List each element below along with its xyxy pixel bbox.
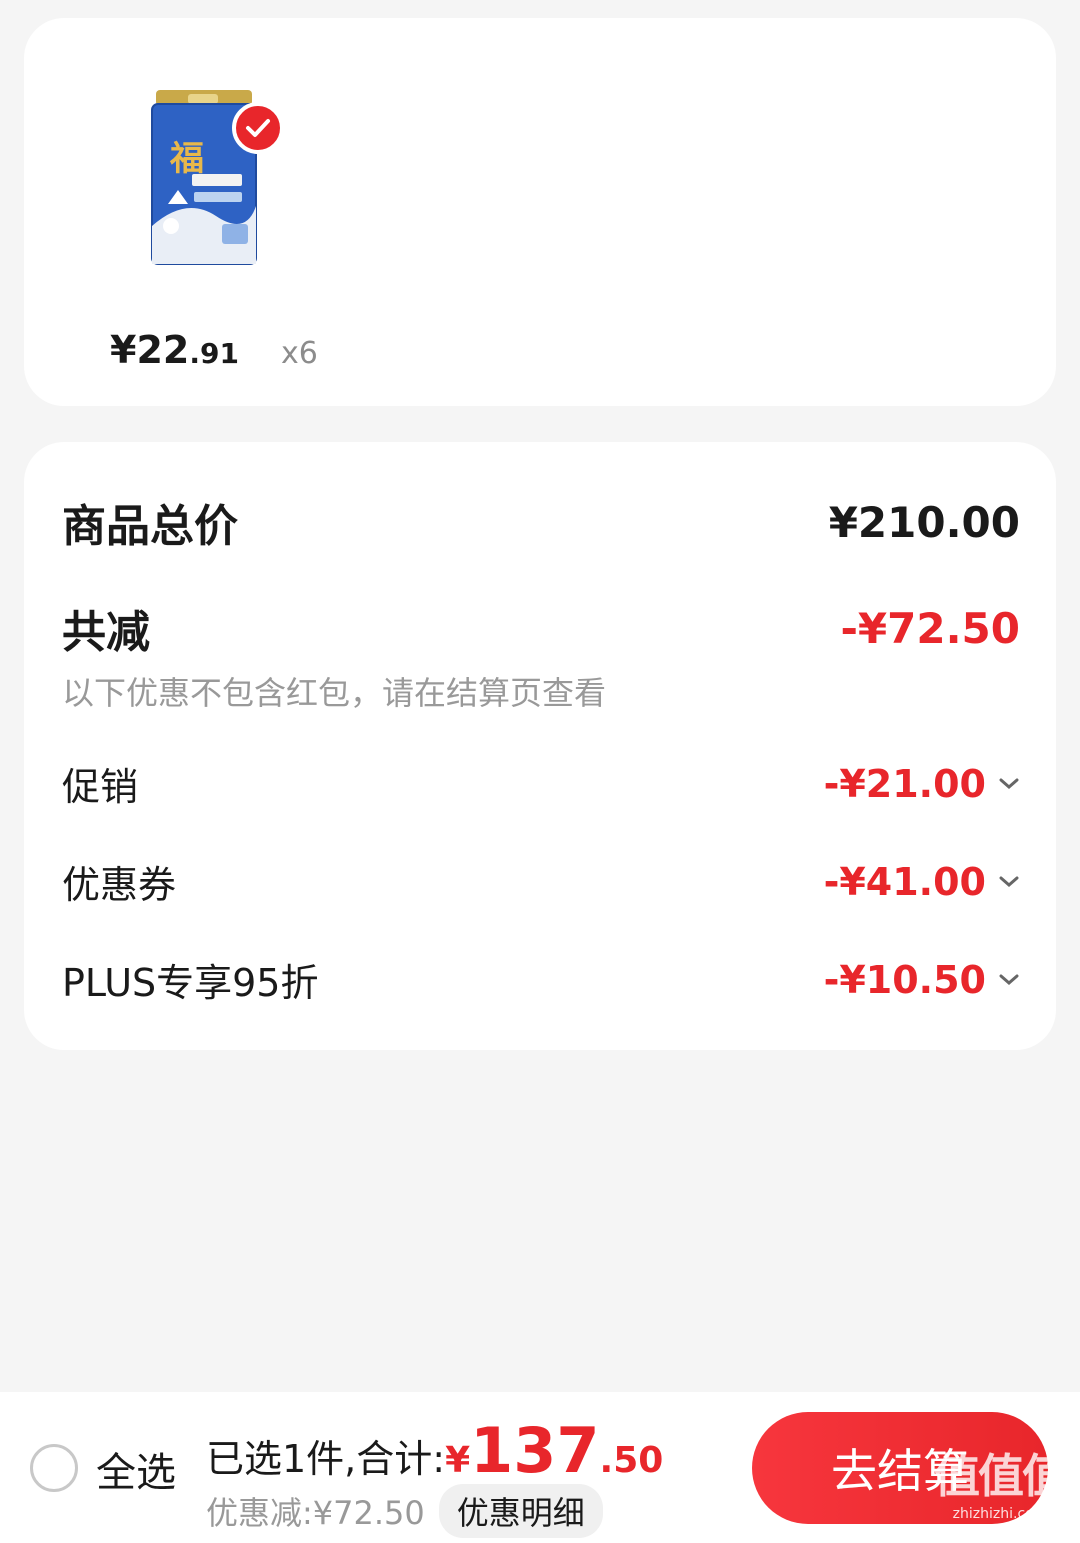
chevron-down-icon[interactable] (998, 875, 1020, 889)
svg-text:福: 福 (169, 139, 204, 179)
product-card: 福 ¥22 .91 x6 (24, 18, 1056, 406)
product-price: ¥22 (110, 328, 190, 372)
reduction-row: 共减 -¥72.50 (62, 596, 1020, 660)
discount-summary: 优惠减:¥72.50 优惠明细 (206, 1484, 603, 1538)
select-all-radio[interactable] (30, 1444, 78, 1492)
reduction-label: 共减 (62, 607, 150, 658)
product-quantity: x6 (280, 336, 318, 371)
checkout-bar: 全选 已选1件,合计: ¥ 137 .50 优惠减:¥72.50 优惠明细 去结… (0, 1392, 1080, 1543)
selected-total: 已选1件,合计: ¥ 137 .50 (206, 1414, 663, 1487)
discount-item-label: 促销 (62, 765, 139, 809)
price-summary-card: 商品总价 ¥210.00 共减 -¥72.50 以下优惠不包含红包，请在结算页查… (24, 442, 1056, 1050)
total-price-value: ¥210.00 (828, 497, 1020, 547)
discount-item-amount: -¥10.50 (823, 957, 986, 1002)
selected-check-icon[interactable] (232, 102, 284, 154)
discount-item-plus[interactable]: PLUS专享95折 -¥10.50 (62, 952, 1020, 1007)
total-amount-integer: 137 (470, 1414, 600, 1487)
discount-item-amount: -¥21.00 (823, 761, 986, 806)
total-currency: ¥ (445, 1440, 471, 1481)
select-all-label[interactable]: 全选 (96, 1440, 176, 1498)
site-watermark: 值值值 zhizhizhi.com (930, 1440, 1070, 1540)
reduction-value: -¥72.50 (840, 603, 1020, 653)
product-price-decimal: .91 (189, 337, 239, 370)
discount-item-value: -¥41.00 (824, 860, 1020, 904)
chevron-down-icon[interactable] (998, 973, 1020, 987)
discount-item-value: -¥21.00 (824, 762, 1020, 806)
total-price-row: 商品总价 ¥210.00 (62, 490, 1020, 554)
watermark-site: zhizhizhi.com (952, 1506, 1048, 1522)
discount-amount-text: 优惠减:¥72.50 (206, 1494, 425, 1532)
chevron-down-icon[interactable] (998, 777, 1020, 791)
discount-detail-button[interactable]: 优惠明细 (438, 1484, 603, 1538)
discount-item-value: -¥10.50 (824, 958, 1020, 1002)
total-amount-decimal: .50 (599, 1440, 664, 1481)
selected-total-label: 已选1件,合计: (206, 1437, 446, 1481)
discount-item-coupon[interactable]: 优惠券 -¥41.00 (62, 854, 1020, 909)
watermark-logo: 值值值 (934, 1449, 1068, 1503)
discount-item-label: PLUS专享95折 (62, 961, 319, 1005)
discount-item-amount: -¥41.00 (823, 859, 986, 904)
total-price-label: 商品总价 (62, 501, 238, 552)
discount-note: 以下优惠不包含红包，请在结算页查看 (62, 674, 607, 712)
product-price-row: ¥22 .91 x6 (110, 328, 318, 372)
discount-item-promotion[interactable]: 促销 -¥21.00 (62, 756, 1020, 811)
discount-item-label: 优惠券 (62, 863, 177, 907)
cart-page: 福 ¥22 .91 x6 商品总价 ¥210.00 共减 -¥72.50 以下优… (0, 0, 1080, 1543)
